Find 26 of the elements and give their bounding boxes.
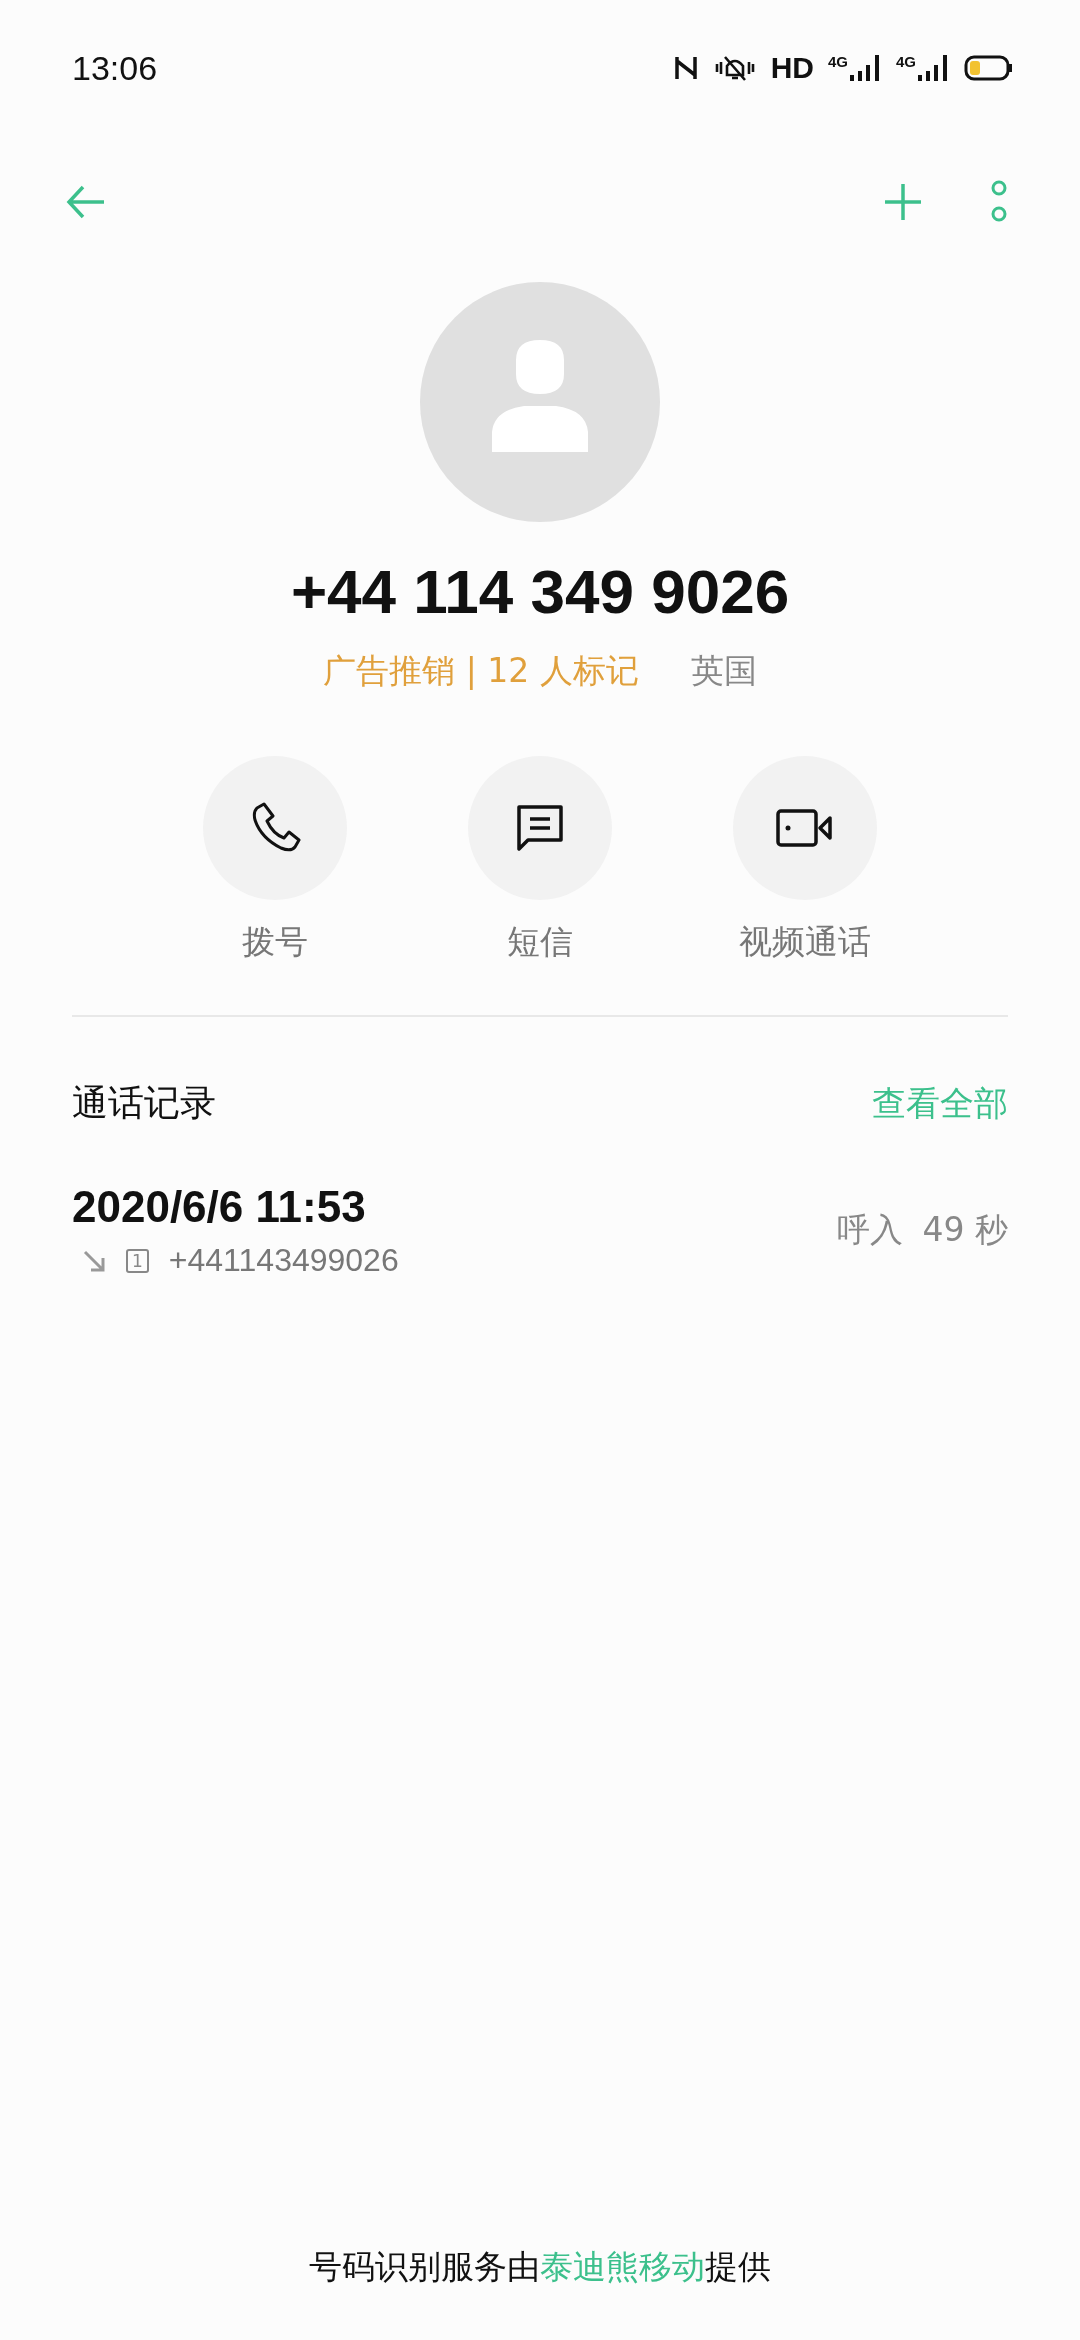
network-label: 4G: [896, 53, 916, 70]
video-camera-icon: [775, 806, 835, 850]
battery-icon: [964, 55, 1014, 81]
sim-badge: 1: [126, 1248, 149, 1273]
avatar-icon: [420, 282, 660, 522]
call-duration: 49 秒: [922, 1209, 1008, 1251]
call-datetime: 2020/6/6 11:53: [72, 1182, 367, 1232]
call-type: 呼入: [836, 1209, 903, 1251]
signal-icon: [848, 53, 882, 83]
provider-note: 号码识别服务由泰迪熊移动提供: [309, 2246, 771, 2288]
incoming-arrow-icon: [82, 1248, 106, 1273]
provider-link[interactable]: 泰迪熊移动: [540, 2247, 705, 2286]
section-title: 通话记录: [72, 1081, 216, 1125]
view-all-link[interactable]: 查看全部: [872, 1080, 1008, 1127]
action-label: 拨号: [242, 921, 308, 963]
message-icon: [514, 802, 566, 854]
action-label: 短信: [507, 921, 573, 963]
spam-tag: 广告推销 | 12 人标记: [323, 649, 639, 694]
network-label: 4G: [827, 53, 848, 70]
call-number: +441143499026: [168, 1242, 399, 1279]
hd-label: HD: [770, 51, 814, 85]
action-label: 视频通话: [739, 921, 871, 963]
region-label: 英国: [690, 650, 757, 692]
status-time: 13:06: [72, 48, 158, 88]
phone-number: +44 114 349 9026: [290, 556, 790, 627]
signal-icon: [916, 53, 950, 83]
